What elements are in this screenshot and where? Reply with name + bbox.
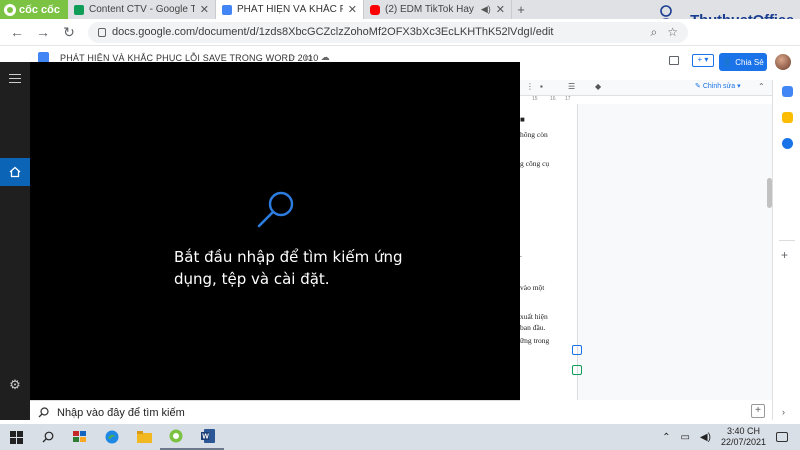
ruler-tick: 16 — [550, 96, 556, 102]
svg-text:W: W — [202, 434, 209, 441]
youtube-icon — [370, 4, 380, 15]
hamburger-menu-icon[interactable] — [9, 74, 21, 83]
avatar[interactable] — [775, 54, 791, 70]
windows-taskbar: W ⌃ ▭ ◀) 3:40 CH 22/07/2021 — [0, 424, 800, 450]
add-comment-icon[interactable] — [572, 345, 582, 355]
comment-history-icon[interactable] — [669, 56, 679, 65]
windows-logo-icon — [9, 430, 23, 444]
checklist-icon[interactable]: ☰ — [568, 82, 575, 91]
search-icon — [42, 431, 54, 443]
document-text-fragment: ban đầu. — [520, 323, 546, 332]
task-view-icon — [73, 431, 86, 442]
windows-search-panel: Bắt đầu nhập để tìm kiếm ứng dụng, tệp v… — [30, 62, 520, 400]
coccoc-taskbar-button[interactable] — [160, 424, 192, 450]
meet-present-button[interactable]: + ▾ — [692, 54, 714, 67]
search-taskbar-button[interactable] — [32, 424, 64, 450]
notifications-icon[interactable] — [776, 432, 788, 442]
share-label: Chia Sẻ — [735, 57, 764, 67]
folder-icon — [136, 431, 152, 443]
settings-gear-icon[interactable]: ⚙ — [8, 378, 22, 392]
new-tab-button[interactable]: + — [512, 0, 530, 19]
suggest-image-icon[interactable] — [572, 365, 582, 375]
lock-icon — [98, 27, 106, 37]
paint-format-icon[interactable]: ◆ — [595, 82, 601, 91]
browser-brand-button[interactable]: cốc cốc — [0, 0, 68, 19]
document-text-fragment: vào một — [520, 283, 545, 292]
taskbar-search-input[interactable]: Nhập vào đây để tìm kiếm — [30, 400, 520, 424]
tab-edm-tiktok[interactable]: (2) EDM TikTok Hay 2021 ◀) ✕ — [364, 0, 512, 19]
document-text-fragment: g công cụ — [520, 159, 550, 168]
word-taskbar-button[interactable]: W — [192, 424, 224, 450]
edge-icon — [105, 430, 119, 444]
start-side-rail: ⚙ — [0, 62, 30, 420]
network-icon[interactable]: ▭ — [680, 432, 689, 443]
tab-title: (2) EDM TikTok Hay 2021 — [385, 4, 476, 15]
editing-mode-label: Chỉnh sửa — [702, 83, 736, 90]
search-icon — [38, 407, 49, 418]
calendar-icon[interactable] — [782, 86, 793, 97]
edge-taskbar-button[interactable] — [96, 424, 128, 450]
url-text: docs.google.com/document/d/1zds8XbcGCZcl… — [112, 26, 554, 38]
share-button[interactable]: 👤 Chia Sẻ — [719, 53, 767, 71]
task-view-button[interactable] — [64, 424, 96, 450]
clock[interactable]: 3:40 CH 22/07/2021 — [721, 426, 766, 448]
side-panel-rail: + — [772, 80, 800, 420]
forward-icon[interactable]: → — [36, 24, 50, 40]
document-text-fragment: xuất hiện — [520, 312, 548, 321]
system-tray: ⌃ ▭ ◀) 3:40 CH 22/07/2021 — [662, 426, 800, 448]
browser-brand-label: cốc cốc — [19, 3, 60, 16]
address-bar: ← → ↻ docs.google.com/document/d/1zds8Xb… — [0, 19, 800, 46]
tab-title: Content CTV - Google Trang — [89, 4, 195, 15]
docs-icon — [222, 4, 232, 15]
tab-phat-hien[interactable]: PHÁT HIỆN VÀ KHẮC PHỤC ✕ — [216, 0, 364, 19]
search-hint-text: Bắt đầu nhập để tìm kiếm ứng dụng, tệp v… — [174, 248, 403, 288]
ruler: 15 16 17 — [520, 96, 580, 104]
tab-title: PHÁT HIỆN VÀ KHẮC PHỤC — [237, 4, 343, 15]
add-ons-plus-icon[interactable]: + — [781, 248, 788, 262]
collapse-icon[interactable]: ⌃ — [758, 82, 765, 91]
url-input[interactable]: docs.google.com/document/d/1zds8XbcGCZcl… — [88, 21, 688, 43]
search-magnifier-icon — [257, 191, 294, 228]
bookmark-star-icon[interactable]: ☆ — [667, 25, 678, 40]
chevron-right-icon[interactable]: › — [782, 407, 785, 417]
page-marker: ■ — [520, 115, 525, 124]
keep-icon[interactable] — [782, 112, 793, 123]
document-text-fragment: hông còn — [520, 130, 548, 139]
explore-button[interactable]: + — [751, 404, 765, 418]
back-icon[interactable]: ← — [10, 24, 24, 40]
audio-icon[interactable]: ◀) — [481, 4, 491, 15]
document-text-fragment: . — [520, 250, 522, 259]
close-icon[interactable]: ✕ — [200, 3, 209, 16]
sheets-icon — [74, 4, 84, 15]
zoom-icon[interactable]: ⌕ — [651, 25, 658, 40]
ruler-tick: 15 — [532, 96, 538, 102]
close-icon[interactable]: ✕ — [348, 3, 357, 16]
document-text-fragment: ững trong — [520, 336, 550, 345]
clock-date: 22/07/2021 — [720, 437, 766, 447]
search-placeholder: Nhập vào đây để tìm kiếm — [57, 406, 185, 419]
coccoc-browser-icon — [169, 429, 183, 443]
rail-divider — [779, 240, 795, 241]
tab-content-ctv[interactable]: Content CTV - Google Trang ✕ — [68, 0, 216, 19]
word-icon: W — [201, 429, 215, 443]
tasks-icon[interactable] — [782, 138, 793, 149]
show-hidden-icons-chevron-icon[interactable]: ⌃ — [662, 432, 670, 443]
editing-mode-dropdown[interactable]: ✎ Chỉnh sửa ▾ — [695, 82, 741, 90]
home-icon — [9, 166, 21, 178]
person-icon: 👤 — [722, 57, 733, 67]
coccoc-logo-icon — [4, 3, 16, 16]
file-explorer-taskbar-button[interactable] — [128, 424, 160, 450]
format-glyph-icon[interactable]: ▪ — [540, 82, 543, 91]
home-button[interactable] — [0, 158, 30, 186]
clock-time: 3:40 CH — [726, 426, 760, 436]
start-button[interactable] — [0, 424, 32, 450]
ruler-tick: 17 — [565, 96, 571, 102]
volume-icon[interactable]: ◀) — [700, 432, 711, 443]
more-options-icon[interactable]: ⋮ — [526, 82, 534, 91]
document-page[interactable] — [520, 104, 578, 400]
docs-toolbar: ⋮ ▪ ☰ ◆ ✎ Chỉnh sửa ▾ ⌃ — [520, 80, 772, 96]
close-icon[interactable]: ✕ — [496, 3, 505, 16]
reload-icon[interactable]: ↻ — [62, 24, 76, 41]
